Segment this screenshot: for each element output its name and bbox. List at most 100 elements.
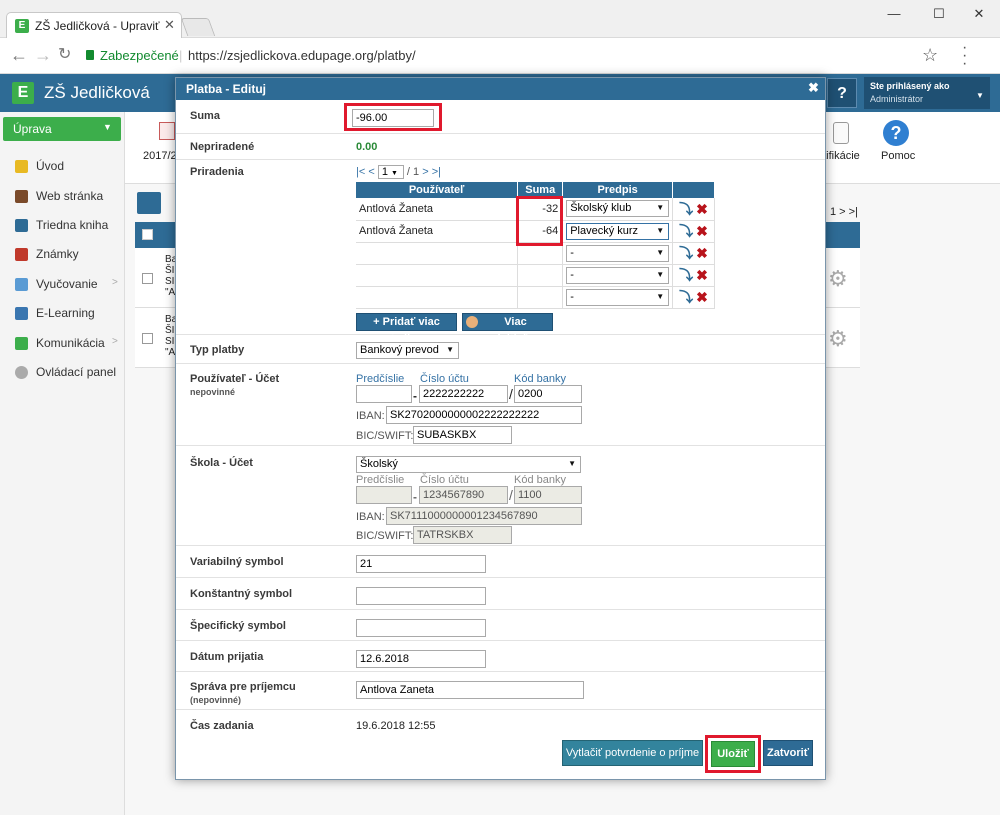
pager: |< < 1 ▼ / 1 > >| [356, 165, 441, 179]
chevron-down-icon: ▼ [656, 203, 665, 212]
row-user-account: Používateľ - Účet nepovinné Predčíslie Č… [176, 364, 825, 446]
dialog-title: Platba - Edituj [186, 82, 267, 96]
book-icon [15, 219, 28, 232]
sidebar-item-web[interactable]: Web stránka [0, 182, 124, 211]
suma-input[interactable] [352, 109, 434, 127]
url-divider: | [179, 48, 183, 63]
url-text[interactable]: https://zsjedlickova.edupage.org/platby/ [188, 48, 416, 63]
pager-page-select[interactable]: 1 ▼ [377, 165, 404, 179]
user-prefix-input[interactable] [356, 385, 412, 403]
uprava-menu-button[interactable]: Úprava ▼ [3, 117, 121, 141]
user-bank-input[interactable] [514, 385, 582, 403]
user-line1: Ste prihlásený ako [870, 81, 950, 91]
close-tab-icon[interactable]: ✕ [164, 17, 175, 33]
close-button[interactable]: Zatvoriť [763, 740, 813, 766]
cell-predpis: Plavecký kurz ▼ [562, 220, 674, 243]
help-button[interactable]: ? [827, 78, 857, 108]
row-created: Čas zadania 19.6.2018 12:55 [176, 710, 825, 736]
pager-last[interactable]: >| [432, 166, 441, 178]
date-input[interactable] [356, 650, 486, 668]
print-receipt-button[interactable]: Vytlačiť potvrdenie o príjme [562, 740, 703, 766]
pager-first[interactable]: |< [356, 166, 365, 178]
move-arrow-icon[interactable]: ⤵ [679, 223, 693, 239]
school-logo-icon[interactable]: E [12, 82, 34, 104]
predpis-select[interactable]: Školský klub ▼ [566, 200, 670, 217]
gear-icon[interactable]: ⚙ [828, 326, 848, 352]
cell-suma[interactable] [517, 286, 564, 309]
row-checkbox[interactable] [142, 273, 153, 284]
move-arrow-icon[interactable]: ⤵ [679, 245, 693, 261]
move-arrow-icon[interactable]: ⤵ [679, 289, 693, 305]
school-account-caption: Číslo účtu [420, 474, 469, 486]
help-circle-icon[interactable]: ? [883, 120, 909, 146]
vs-input[interactable] [356, 555, 486, 573]
pager-prev[interactable]: < [368, 166, 374, 178]
forward-arrow-icon[interactable]: → [34, 46, 52, 64]
close-window-button[interactable]: ✕ [965, 4, 993, 24]
browser-menu-icon[interactable]: · · · [962, 40, 967, 72]
move-arrow-icon[interactable]: ⤵ [679, 267, 693, 283]
minimize-button[interactable]: — [880, 4, 908, 24]
message-input[interactable] [356, 681, 584, 699]
school-account-select[interactable]: Školský ▼ [356, 456, 581, 473]
more-payers-button[interactable]: Viac platiteľov [462, 313, 553, 344]
chevron-down-icon: ▼ [656, 225, 665, 235]
ss-input[interactable] [356, 619, 486, 637]
maximize-button[interactable]: ☐ [925, 4, 953, 24]
calendar-icon [159, 122, 175, 140]
add-rows-button[interactable]: + Pridať viac riadkov [356, 313, 457, 344]
user-bic-input[interactable] [413, 426, 512, 444]
delete-icon[interactable]: ✖ [696, 289, 708, 305]
delete-icon[interactable]: ✖ [696, 267, 708, 283]
school-iban-input [386, 507, 582, 525]
move-arrow-icon[interactable]: ⤵ [679, 201, 693, 217]
user-role: Administrátor [870, 94, 924, 104]
sidebar-item-znamky[interactable]: Známky [0, 240, 124, 269]
user-menu[interactable]: Ste prihlásený ako Administrátor ▼ [864, 77, 990, 109]
delete-icon[interactable]: ✖ [696, 201, 708, 217]
predpis-value: Plavecký kurz [570, 224, 639, 237]
predpis-select[interactable]: - ▼ [566, 266, 670, 284]
predpis-select[interactable]: - ▼ [566, 288, 670, 306]
cell-user [356, 286, 519, 309]
app-name[interactable]: ZŠ Jedličková [44, 83, 150, 103]
cell-user [356, 242, 519, 265]
row-checkbox[interactable] [142, 333, 153, 344]
new-tab-button[interactable] [180, 18, 216, 36]
gear-icon[interactable]: ⚙ [828, 266, 848, 292]
ks-input[interactable] [356, 587, 486, 605]
slash-sep: / [509, 487, 513, 503]
sidebar-item-elearning[interactable]: E-Learning [0, 299, 124, 328]
sidebar-item-triedna-kniha[interactable]: Triedna kniha [0, 211, 124, 240]
predpis-select[interactable]: Plavecký kurz ▼ [566, 222, 670, 240]
chevron-down-icon: ▼ [656, 291, 665, 301]
browser-tab[interactable]: E ZŠ Jedličková - Upraviť v ✕ [6, 12, 182, 38]
sidebar-item-vyucovanie[interactable]: Vyučovanie > [0, 270, 124, 299]
save-button[interactable]: Uložiť [711, 741, 755, 767]
save-disk-icon[interactable] [137, 192, 161, 214]
delete-icon[interactable]: ✖ [696, 223, 708, 239]
bookmark-star-icon[interactable]: ☆ [922, 45, 938, 66]
back-arrow-icon[interactable]: ← [10, 46, 28, 64]
sidebar-item-uvod[interactable]: Úvod [0, 152, 124, 181]
delete-icon[interactable]: ✖ [696, 245, 708, 261]
typ-platby-select[interactable]: Bankový prevod ▼ [356, 342, 459, 359]
pager-next[interactable]: > [422, 166, 428, 178]
close-icon[interactable]: ✖ [808, 80, 819, 96]
predpis-select[interactable]: - ▼ [566, 244, 670, 262]
user-iban-input[interactable] [386, 406, 582, 424]
year-label[interactable]: 2017/2 [143, 150, 177, 162]
reload-icon[interactable]: ↻ [58, 46, 71, 64]
select-all-checkbox[interactable] [142, 229, 153, 240]
nepriradene-label: Nepriradené [190, 141, 255, 153]
star-icon [15, 160, 28, 173]
cell-suma[interactable] [517, 264, 564, 287]
sidebar-item-ovladaci-panel[interactable]: Ovládací panel [0, 358, 124, 387]
slash-sep: / [509, 386, 513, 402]
pager-of: / 1 [406, 166, 420, 178]
user-icon [466, 316, 478, 328]
sidebar-item-komunikacia[interactable]: Komunikácia > [0, 329, 124, 358]
user-account-input[interactable] [419, 385, 508, 403]
bg-pager[interactable]: 1 > >| [830, 206, 858, 218]
help-ribbon-label[interactable]: Pomoc [881, 150, 915, 162]
